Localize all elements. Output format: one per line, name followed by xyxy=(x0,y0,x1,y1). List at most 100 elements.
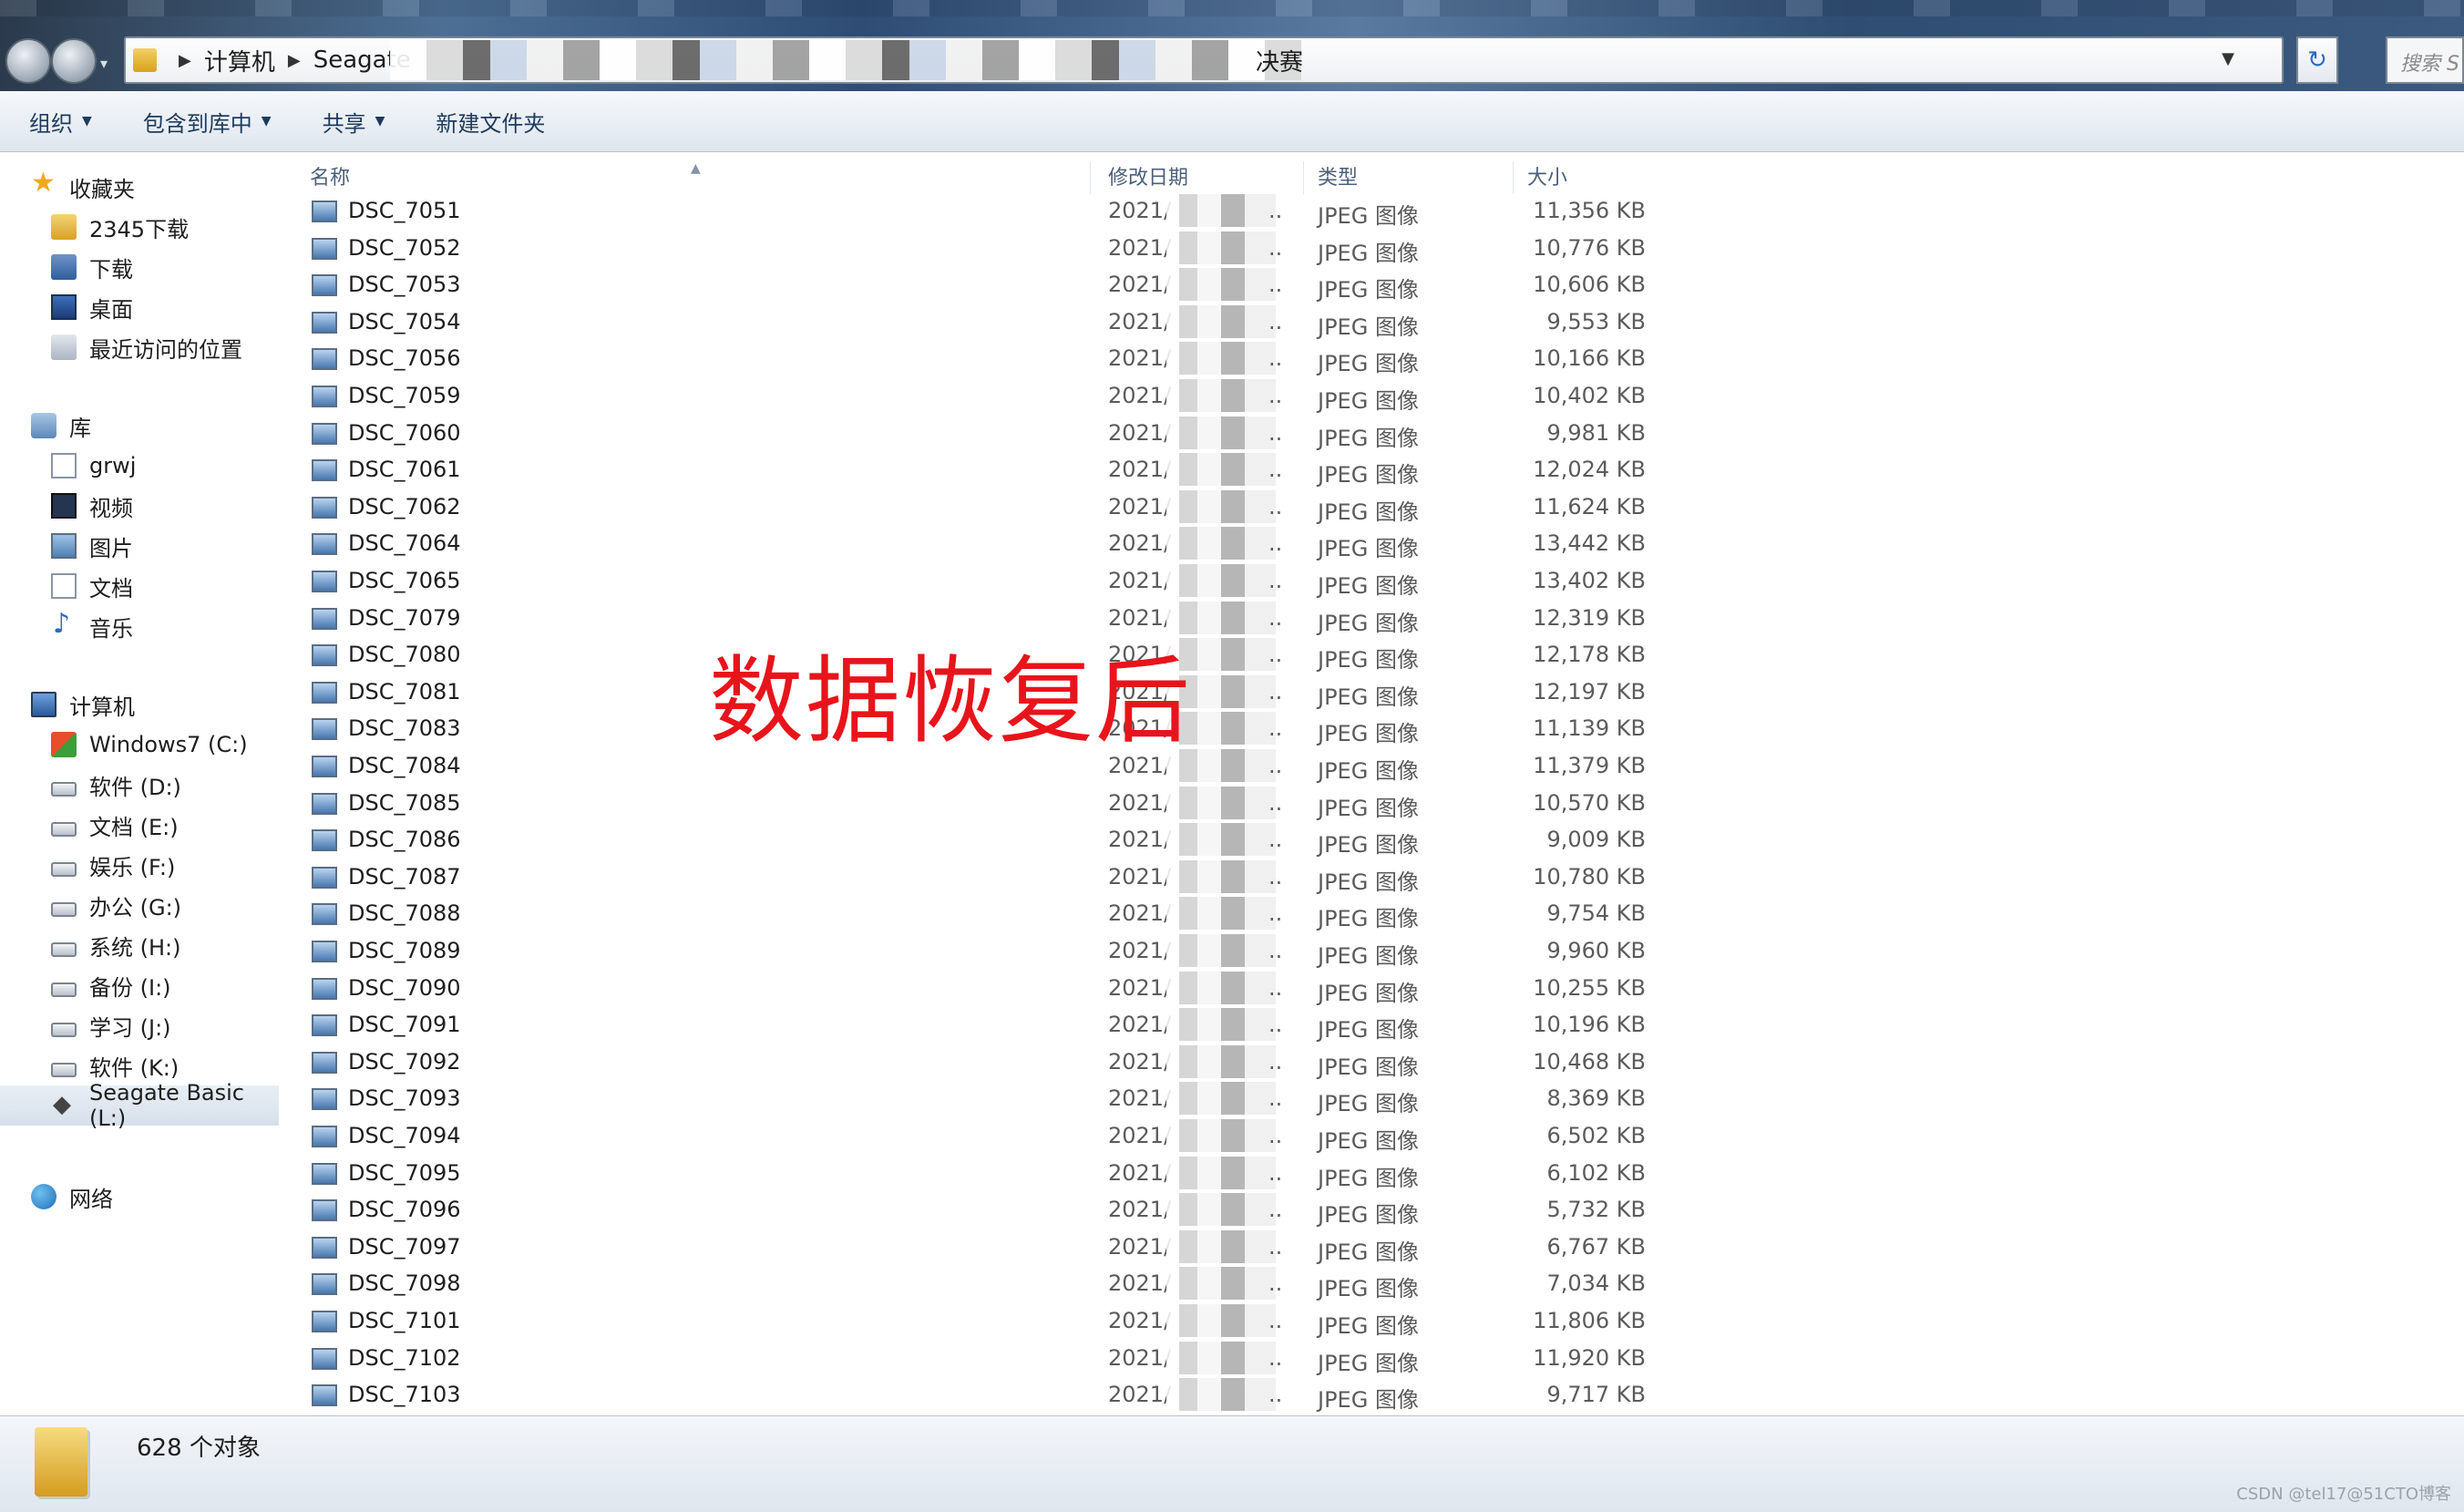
file-row[interactable]: DSC_7093 2021/.. JPEG 图像 8,369 KB xyxy=(279,1080,1682,1117)
sidebar-item-2345-downloads[interactable]: 2345下载 xyxy=(0,207,279,247)
sidebar-item-downloads[interactable]: 下载 xyxy=(0,247,279,287)
chevron-right-icon[interactable]: ▶ xyxy=(179,51,191,70)
file-type: JPEG 图像 xyxy=(1318,1313,1419,1339)
organize-menu[interactable]: 组织 ▼ xyxy=(29,106,92,138)
sidebar-item-computer[interactable]: 计算机 xyxy=(0,684,279,725)
sidebar-item-drive-j[interactable]: 学习 (J:) xyxy=(0,1005,279,1045)
sidebar-item-drive-l[interactable]: Seagate Basic (L:) xyxy=(0,1080,279,1131)
history-dropdown-icon[interactable]: ▾ xyxy=(100,55,108,72)
file-row[interactable]: DSC_7086 2021/.. JPEG 图像 9,009 KB xyxy=(279,821,1682,859)
file-date: 2021/ xyxy=(1108,419,1172,446)
address-dropdown-icon[interactable]: ▼ xyxy=(2222,49,2234,68)
file-row[interactable]: DSC_7094 2021/.. JPEG 图像 6,502 KB xyxy=(279,1117,1682,1155)
sidebar-item-drive-i[interactable]: 备份 (I:) xyxy=(0,965,279,1005)
file-row[interactable]: DSC_7052 2021/.. JPEG 图像 10,776 KB xyxy=(279,230,1682,267)
column-divider[interactable] xyxy=(1090,161,1091,194)
image-file-icon xyxy=(312,459,337,482)
sidebar-item-pictures[interactable]: 图片 xyxy=(0,526,279,566)
file-row[interactable]: DSC_7054 2021/.. JPEG 图像 9,553 KB xyxy=(279,303,1682,341)
file-row[interactable]: DSC_7098 2021/.. JPEG 图像 7,034 KB xyxy=(279,1265,1682,1302)
file-row[interactable]: DSC_7061 2021/.. JPEG 图像 12,024 KB xyxy=(279,451,1682,489)
file-size: 12,024 KB xyxy=(1533,457,1646,483)
file-row[interactable]: DSC_7097 2021/.. JPEG 图像 6,767 KB xyxy=(279,1229,1682,1266)
truncation-ellipsis: .. xyxy=(1268,938,1283,963)
file-row[interactable]: DSC_7090 2021/.. JPEG 图像 10,255 KB xyxy=(279,970,1682,1007)
truncation-ellipsis: .. xyxy=(1268,974,1283,1001)
file-row[interactable]: DSC_7095 2021/.. JPEG 图像 6,102 KB xyxy=(279,1155,1682,1192)
file-date: 2021/ xyxy=(1108,1012,1172,1038)
redacted-date xyxy=(1166,823,1276,857)
sidebar-item-drive-g[interactable]: 办公 (G:) xyxy=(0,885,279,925)
sidebar-item-recent-places[interactable]: 最近访问的位置 xyxy=(0,327,279,367)
truncation-ellipsis: .. xyxy=(1268,234,1283,261)
file-type: JPEG 图像 xyxy=(1318,1091,1419,1117)
new-folder-button[interactable]: 新建文件夹 xyxy=(436,106,545,138)
sidebar-item-drive-f[interactable]: 娱乐 (F:) xyxy=(0,845,279,885)
sidebar-item-network[interactable]: 网络 xyxy=(0,1177,279,1217)
file-row[interactable]: DSC_7101 2021/.. JPEG 图像 11,806 KB xyxy=(279,1302,1682,1340)
sidebar-item-music[interactable]: 音乐 xyxy=(0,606,279,646)
file-row[interactable]: DSC_7062 2021/.. JPEG 图像 11,624 KB xyxy=(279,489,1682,526)
column-header-divider[interactable] xyxy=(1513,161,1514,194)
sidebar-item-documents[interactable]: 文档 xyxy=(0,566,279,606)
sidebar-item-label: 软件 (D:) xyxy=(89,774,181,800)
image-file-icon xyxy=(312,644,337,667)
column-header-name[interactable]: 名称 xyxy=(310,161,350,190)
sidebar-item-grwj[interactable]: grwj xyxy=(0,446,279,486)
file-type: JPEG 图像 xyxy=(1318,1202,1419,1229)
file-row[interactable]: DSC_7091 2021/.. JPEG 图像 10,196 KB xyxy=(279,1006,1682,1044)
file-row[interactable]: DSC_7103 2021/.. JPEG 图像 9,717 KB xyxy=(279,1376,1682,1414)
file-row[interactable]: DSC_7056 2021/.. JPEG 图像 10,166 KB xyxy=(279,340,1682,377)
file-row[interactable]: DSC_7059 2021/.. JPEG 图像 10,402 KB xyxy=(279,377,1682,415)
column-header-date[interactable]: 修改日期 xyxy=(1108,161,1188,190)
sidebar-item-libraries[interactable]: 库 xyxy=(0,406,279,446)
redacted-date xyxy=(1166,897,1276,931)
refresh-button[interactable]: ↻ xyxy=(2296,36,2338,84)
file-row[interactable]: DSC_7085 2021/.. JPEG 图像 10,570 KB xyxy=(279,785,1682,822)
include-in-library-menu[interactable]: 包含到库中 ▼ xyxy=(143,106,272,138)
file-row[interactable]: DSC_7064 2021/.. JPEG 图像 13,442 KB xyxy=(279,525,1682,562)
sidebar-item-drive-c[interactable]: Windows7 (C:) xyxy=(0,725,279,765)
sidebar-item-desktop[interactable]: 桌面 xyxy=(0,287,279,327)
back-button[interactable] xyxy=(5,38,51,84)
breadcrumb-current[interactable]: 决赛 xyxy=(1256,44,1303,77)
file-row[interactable]: DSC_7087 2021/.. JPEG 图像 10,780 KB xyxy=(279,859,1682,896)
file-row[interactable]: DSC_7088 2021/.. JPEG 图像 9,754 KB xyxy=(279,895,1682,932)
file-size: 13,402 KB xyxy=(1533,568,1646,593)
file-type: JPEG 图像 xyxy=(1318,462,1419,489)
sidebar-item-drive-h[interactable]: 系统 (H:) xyxy=(0,925,279,965)
file-row[interactable]: DSC_7092 2021/.. JPEG 图像 10,468 KB xyxy=(279,1044,1682,1081)
search-input[interactable]: 搜索 S xyxy=(2386,36,2464,84)
sidebar-item-drive-e[interactable]: 文档 (E:) xyxy=(0,805,279,845)
breadcrumb-computer[interactable]: 计算机 xyxy=(204,44,275,77)
file-row[interactable]: DSC_7053 2021/.. JPEG 图像 10,606 KB xyxy=(279,266,1682,303)
image-file-icon xyxy=(312,571,337,592)
column-header-type[interactable]: 类型 xyxy=(1318,161,1358,190)
file-date: 2021/ xyxy=(1108,1123,1172,1148)
image-file-icon xyxy=(312,1384,337,1407)
image-file-icon xyxy=(312,1162,337,1185)
forward-button[interactable] xyxy=(51,38,97,84)
file-type: JPEG 图像 xyxy=(1318,499,1419,525)
address-bar[interactable]: ▶ 计算机 ▶ Seagate 决赛 ▼ xyxy=(124,36,2284,84)
share-menu[interactable]: 共享 ▼ xyxy=(323,106,385,138)
file-type: JPEG 图像 xyxy=(1318,980,1419,1006)
column-header-size[interactable]: 大小 xyxy=(1527,161,1567,190)
image-file-icon xyxy=(312,1088,337,1111)
chevron-right-icon[interactable]: ▶ xyxy=(288,51,301,70)
sidebar-item-label: Windows7 (C:) xyxy=(89,732,248,757)
sidebar-item-drive-d[interactable]: 软件 (D:) xyxy=(0,765,279,805)
file-name: DSC_7064 xyxy=(348,530,461,557)
truncation-ellipsis: .. xyxy=(1268,753,1283,778)
file-row[interactable]: DSC_7096 2021/.. JPEG 图像 5,732 KB xyxy=(279,1191,1682,1229)
file-row[interactable]: DSC_7051 2021/.. JPEG 图像 11,356 KB xyxy=(279,192,1682,230)
sidebar-item-favorites[interactable]: 收藏夹 xyxy=(0,167,279,207)
column-divider[interactable] xyxy=(1303,161,1304,194)
file-row[interactable]: DSC_7060 2021/.. JPEG 图像 9,981 KB xyxy=(279,415,1682,452)
file-size: 9,981 KB xyxy=(1546,419,1646,446)
file-row[interactable]: DSC_7065 2021/.. JPEG 图像 13,402 KB xyxy=(279,562,1682,600)
sidebar-item-videos[interactable]: 视频 xyxy=(0,486,279,526)
truncation-ellipsis: .. xyxy=(1268,1308,1283,1333)
file-row[interactable]: DSC_7102 2021/.. JPEG 图像 11,920 KB xyxy=(279,1340,1682,1377)
file-row[interactable]: DSC_7089 2021/.. JPEG 图像 9,960 KB xyxy=(279,932,1682,970)
